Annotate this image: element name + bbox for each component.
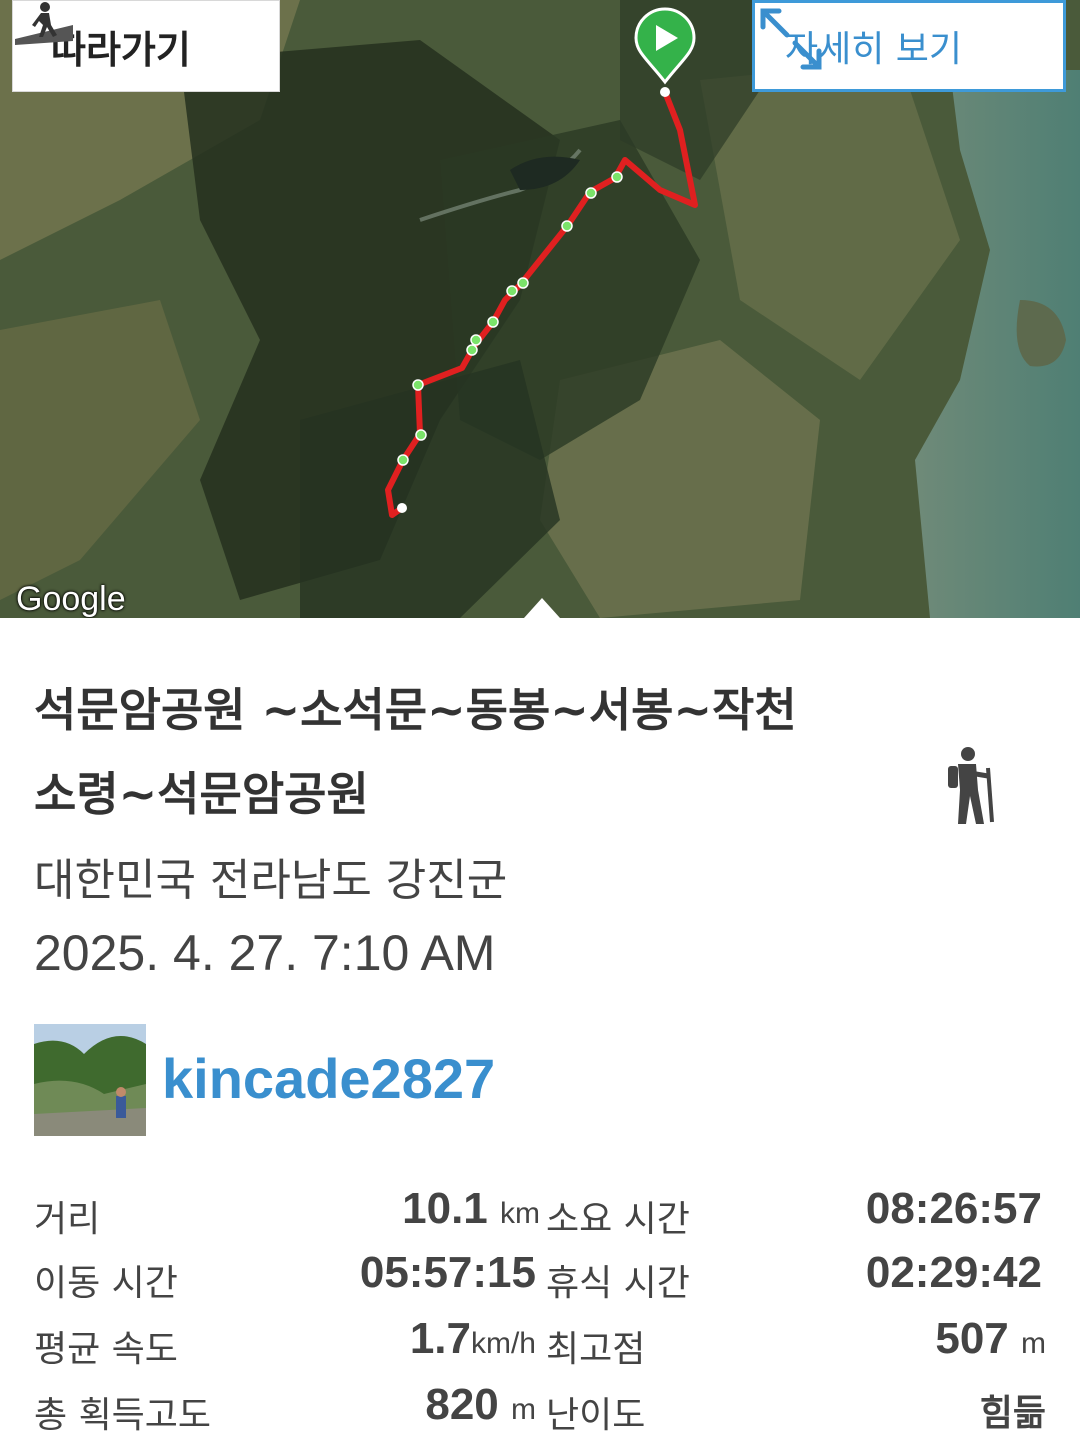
avg-speed-number: 1.7 — [409, 1314, 471, 1363]
total-time-value: 08:26:57 — [865, 1184, 1042, 1233]
total-time-label: 소요 시간 — [546, 1199, 690, 1240]
elevation-gain-unit: m — [511, 1393, 536, 1426]
activity-title-line-1: 석문암공원 ~소석문~동봉~서봉~작천 — [34, 683, 797, 737]
activity-title: 석문암공원 ~소석문~동봉~서봉~작천 소령~석문암공원 — [34, 668, 914, 836]
google-logo: Google — [16, 580, 126, 618]
distance-unit: km — [500, 1197, 540, 1230]
route-map[interactable]: 따라가기 자세히 보기 Google — [0, 0, 1080, 618]
avatar[interactable] — [34, 1024, 146, 1136]
username-link[interactable]: kincade2827 — [162, 1046, 495, 1111]
distance-label: 거리 — [34, 1199, 101, 1240]
rest-time-value: 02:29:42 — [865, 1248, 1042, 1297]
distance-number: 10.1 — [402, 1184, 488, 1233]
activity-location: 대한민국 전라남도 강진군 — [34, 855, 508, 906]
activity-info-panel: 석문암공원 ~소석문~동봉~서봉~작천 소령~석문암공원 대한민국 전라남도 강… — [0, 618, 1080, 1438]
satellite-imagery — [0, 0, 1080, 618]
difficulty-label: 난이도 — [546, 1395, 646, 1436]
hiking-icon — [944, 746, 1000, 830]
moving-time-label: 이동 시간 — [34, 1263, 178, 1304]
elevation-gain-value: 820 m — [300, 1380, 536, 1430]
view-details-button[interactable]: 자세히 보기 — [752, 0, 1066, 92]
max-altitude-label: 최고점 — [546, 1329, 646, 1370]
max-altitude-number: 507 — [935, 1314, 1009, 1363]
distance-value: 10.1 km — [300, 1184, 540, 1234]
moving-time-value: 05:57:15 — [359, 1248, 536, 1297]
activity-title-line-2: 소령~석문암공원 — [34, 767, 369, 821]
elevation-gain-number: 820 — [425, 1380, 499, 1429]
difficulty-value: 힘듦 — [979, 1392, 1046, 1433]
follow-button[interactable]: 따라가기 — [12, 0, 280, 92]
avg-speed-value: 1.7km/h — [300, 1314, 536, 1364]
avg-speed-label: 평균 속도 — [34, 1329, 178, 1370]
max-altitude-unit: m — [1021, 1327, 1046, 1360]
callout-pointer — [524, 598, 560, 618]
avg-speed-unit: km/h — [470, 1327, 536, 1360]
elevation-gain-label: 총 획득고도 — [34, 1395, 212, 1436]
activity-datetime: 2025. 4. 27. 7:10 AM — [34, 925, 496, 981]
max-altitude-value: 507 m — [760, 1314, 1046, 1364]
rest-time-label: 휴식 시간 — [546, 1263, 690, 1304]
